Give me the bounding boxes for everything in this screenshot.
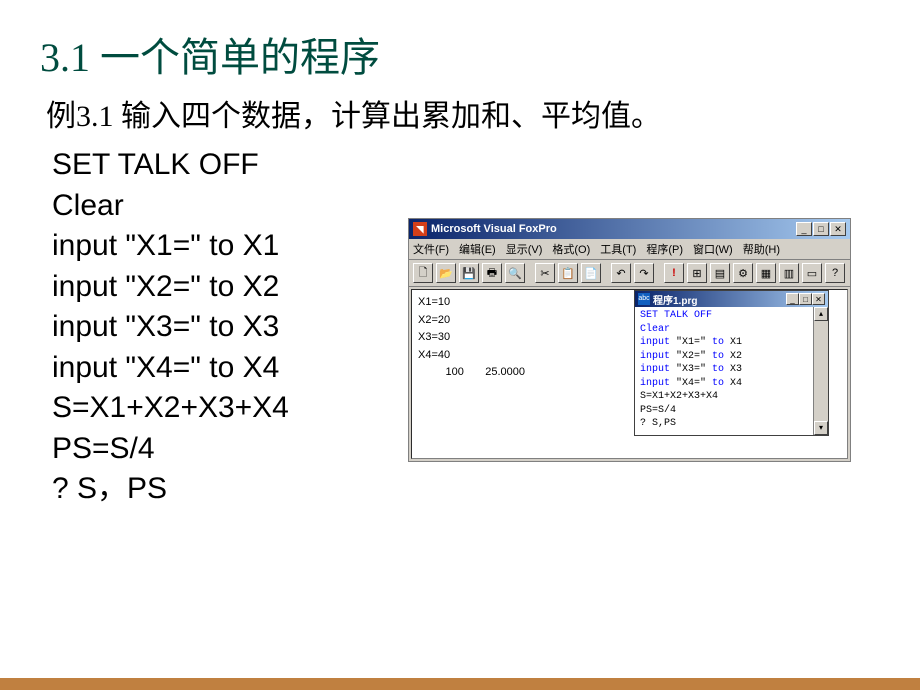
separator [528, 263, 532, 283]
code-line: input "X4=" to X4 [52, 348, 289, 389]
menu-tools[interactable]: 工具(T) [600, 241, 636, 257]
editor-line: S=X1+X2+X3+X4 [640, 390, 823, 404]
editor-line: PS=S/4 [640, 404, 823, 418]
minimize-button[interactable]: _ [786, 293, 799, 305]
workspace: X1=10 X2=20 X3=30 X4=40 100 25.0000 abc … [411, 289, 848, 459]
save-icon[interactable]: 💾 [459, 263, 479, 283]
tool-icon[interactable]: ▥ [779, 263, 799, 283]
code-line: input "X1=" to X1 [52, 226, 289, 267]
maximize-button[interactable]: □ [813, 222, 829, 236]
code-editor-window: abc 程序1.prg _ □ ✕ SET TALK OFF Clear inp… [634, 290, 829, 436]
code-line: SET TALK OFF [52, 145, 289, 186]
code-line: Clear [52, 186, 289, 227]
preview-icon[interactable]: 🔍 [505, 263, 525, 283]
run-icon[interactable]: ! [664, 263, 684, 283]
minimize-button[interactable]: _ [796, 222, 812, 236]
code-titlebar: abc 程序1.prg _ □ ✕ [635, 291, 828, 307]
editor-line: input "X1=" to X1 [640, 336, 823, 350]
window-title: Microsoft Visual FoxPro [431, 223, 796, 235]
menu-window[interactable]: 窗口(W) [693, 241, 733, 257]
undo-icon[interactable]: ↶ [611, 263, 631, 283]
prg-icon: abc [638, 293, 650, 305]
code-block: SET TALK OFF Clear input "X1=" to X1 inp… [52, 145, 289, 510]
editor-line: input "X2=" to X2 [640, 350, 823, 364]
code-window-title: 程序1.prg [653, 292, 786, 307]
tool-icon[interactable]: ⚙ [733, 263, 753, 283]
code-line: ? S，PS [52, 469, 289, 510]
redo-icon[interactable]: ↷ [634, 263, 654, 283]
menu-format[interactable]: 格式(O) [552, 241, 590, 257]
code-line: PS=S/4 [52, 429, 289, 470]
code-line: input "X3=" to X3 [52, 307, 289, 348]
foxpro-icon: ◥ [413, 222, 427, 236]
titlebar: ◥ Microsoft Visual FoxPro _ □ ✕ [409, 219, 850, 239]
scroll-up-icon[interactable]: ▴ [814, 307, 828, 321]
help-icon[interactable]: ? [825, 263, 845, 283]
code-line: input "X2=" to X2 [52, 267, 289, 308]
editor-line: input "X3=" to X3 [640, 363, 823, 377]
vfp-window: ◥ Microsoft Visual FoxPro _ □ ✕ 文件(F) 编辑… [408, 218, 851, 462]
close-button[interactable]: ✕ [812, 293, 825, 305]
slide-subtitle: 例3.1 输入四个数据，计算出累加和、平均值。 [46, 91, 880, 135]
menu-program[interactable]: 程序(P) [646, 241, 683, 257]
tool-icon[interactable]: ▦ [756, 263, 776, 283]
menubar: 文件(F) 编辑(E) 显示(V) 格式(O) 工具(T) 程序(P) 窗口(W… [409, 239, 850, 260]
form-icon[interactable]: ⊞ [687, 263, 707, 283]
cut-icon[interactable]: ✂ [535, 263, 555, 283]
toolbar: 🗋 📂 💾 🖶 🔍 ✂ 📋 📄 ↶ ↷ ! ⊞ ▤ ⚙ ▦ ▥ ▭ ? [409, 260, 850, 287]
close-button[interactable]: ✕ [830, 222, 846, 236]
separator [657, 263, 661, 283]
print-icon[interactable]: 🖶 [482, 263, 502, 283]
editor-line: input "X4=" to X4 [640, 377, 823, 391]
paste-icon[interactable]: 📄 [581, 263, 601, 283]
scroll-down-icon[interactable]: ▾ [814, 421, 828, 435]
editor-line: Clear [640, 323, 823, 337]
slide-title: 3.1 一个简单的程序 [40, 25, 880, 83]
code-line: S=X1+X2+X3+X4 [52, 388, 289, 429]
scrollbar-vertical[interactable]: ▴ ▾ [813, 307, 828, 435]
separator [604, 263, 608, 283]
tool-icon[interactable]: ▭ [802, 263, 822, 283]
titlebar-controls: _ □ ✕ [796, 222, 846, 236]
slide: 3.1 一个简单的程序 例3.1 输入四个数据，计算出累加和、平均值。 SET … [0, 0, 920, 690]
maximize-button[interactable]: □ [799, 293, 812, 305]
accent-bar [0, 678, 920, 690]
menu-file[interactable]: 文件(F) [413, 241, 449, 257]
new-icon[interactable]: 🗋 [413, 263, 433, 283]
code-content[interactable]: SET TALK OFF Clear input "X1=" to X1 inp… [635, 307, 828, 435]
copy-icon[interactable]: 📋 [558, 263, 578, 283]
editor-line: SET TALK OFF [640, 309, 823, 323]
menu-edit[interactable]: 编辑(E) [459, 241, 496, 257]
menu-view[interactable]: 显示(V) [506, 241, 543, 257]
editor-line: ? S,PS [640, 417, 823, 431]
db-icon[interactable]: ▤ [710, 263, 730, 283]
menu-help[interactable]: 帮助(H) [743, 241, 780, 257]
open-icon[interactable]: 📂 [436, 263, 456, 283]
